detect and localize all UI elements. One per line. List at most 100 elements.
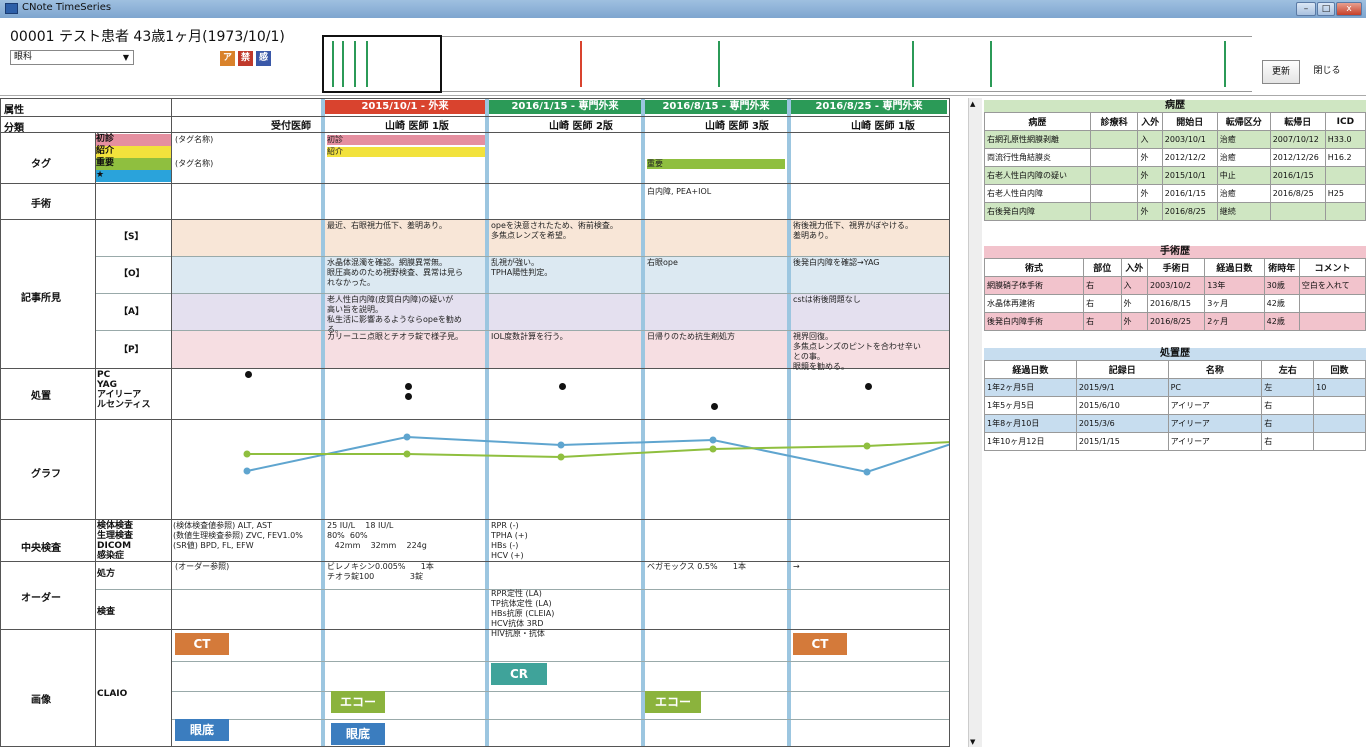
badge-1[interactable]: 禁 [238, 51, 253, 66]
blue-series-point[interactable] [243, 467, 251, 475]
image-button-3[interactable]: 眼底 [331, 723, 385, 745]
column-header[interactable]: 診療科 [1089, 112, 1139, 131]
close-button[interactable]: 閉じる [1308, 60, 1346, 84]
visit-header-0[interactable]: 2015/10/1 - 外来 [325, 100, 485, 114]
table-row[interactable]: 1年8ヶ月10日 2015/3/6 アイリーア右 [984, 414, 1366, 433]
table-cell: 後発白内障手術 [983, 312, 1085, 331]
green-series-point[interactable] [243, 450, 251, 458]
column-header[interactable]: 名称 [1167, 360, 1263, 379]
table-row[interactable]: 網膜硝子体手術右入 2003/10/2 13年 30歳 空白を入れて [983, 276, 1366, 295]
image-button-6[interactable]: CT [793, 633, 847, 655]
minimize-button[interactable]: – [1296, 2, 1316, 16]
table-row[interactable]: 後発白内障手術右外 2016/8/25 2ヶ月 42歳 [983, 312, 1366, 331]
treatment-dot[interactable] [245, 371, 252, 378]
treatment-dot[interactable] [711, 403, 718, 410]
column-header[interactable]: 経過日数 [984, 360, 1077, 379]
column-header[interactable]: 部位 [1083, 258, 1122, 277]
table-cell: 2016/1/15 [1269, 166, 1326, 185]
blue-series-point[interactable] [403, 433, 411, 441]
column-header[interactable]: 転帰区分 [1216, 112, 1271, 131]
image-button-1[interactable]: エコー [331, 691, 385, 713]
timeline-marker[interactable] [912, 41, 914, 87]
vertical-scrollbar[interactable] [968, 98, 982, 747]
timeline-marker[interactable] [718, 41, 720, 87]
timeline-viewport-frame[interactable] [322, 35, 442, 93]
update-button[interactable]: 更新 [1262, 60, 1300, 84]
treatment-dot[interactable] [865, 383, 872, 390]
column-header[interactable]: コメント [1298, 258, 1366, 277]
badge-0[interactable]: ア [220, 51, 235, 66]
soap-s: 【S】 [119, 232, 144, 242]
tag-cell-first: 初診 [327, 135, 485, 145]
table-row[interactable]: 右網孔原性網膜剥離 入 2003/10/1 治癒 2007/10/12 H33.0 [984, 130, 1366, 149]
blue-series-point[interactable] [863, 468, 871, 476]
table-cell: 右老人性白内障の疑い [984, 166, 1091, 185]
section-order: オーダー [21, 593, 61, 604]
column-header[interactable]: 術式 [983, 258, 1085, 277]
green-series-point[interactable] [403, 450, 411, 458]
treatment-dot[interactable] [405, 383, 412, 390]
table-cell: 両流行性角結膜炎 [984, 148, 1091, 167]
column-header[interactable]: 転帰日 [1269, 112, 1326, 131]
timeline-strip[interactable] [322, 36, 1252, 92]
exam-infection: 感染症 [97, 551, 125, 561]
green-series-point[interactable] [557, 453, 565, 461]
table-row[interactable]: 右後発白内障 外 2016/8/25 継続 [984, 202, 1366, 221]
close-window-button[interactable]: x [1336, 2, 1362, 16]
column-header[interactable]: 経過日数 [1204, 258, 1265, 277]
table-row[interactable]: 水晶体再建術右外 2016/8/15 3ヶ月 42歳 [983, 294, 1366, 313]
treatment-dot[interactable] [559, 383, 566, 390]
blue-series-point[interactable] [557, 441, 565, 449]
column-header[interactable]: 手術日 [1146, 258, 1206, 277]
scroll-up-icon[interactable]: ▲ [970, 100, 975, 108]
column-header[interactable]: ICD [1324, 112, 1366, 131]
table-cell: 2007/10/12 [1269, 130, 1326, 149]
table-cell: 入 [1137, 130, 1163, 149]
column-header[interactable]: 入外 [1120, 258, 1148, 277]
grid-line [171, 719, 949, 720]
visit-header-2[interactable]: 2016/8/15 - 専門外来 [645, 100, 787, 114]
grid-line [171, 691, 949, 692]
rx-v3: ベガモックス 0.5% 1本 [647, 562, 746, 571]
column-header[interactable]: 記録日 [1075, 360, 1169, 379]
timeline-marker[interactable] [990, 41, 992, 87]
image-button-4[interactable]: CR [491, 663, 547, 685]
visit-header-1[interactable]: 2016/1/15 - 専門外来 [489, 100, 641, 114]
grid-line [1, 519, 949, 520]
green-series-point[interactable] [863, 442, 871, 450]
table-row[interactable]: 右老人性白内障の疑い 外 2015/10/1 中止 2016/1/15 [984, 166, 1366, 185]
table-row[interactable]: 両流行性角結膜炎 外 2012/12/2 治癒 2012/12/26 H16.2 [984, 148, 1366, 167]
column-header[interactable]: 病歴 [984, 112, 1091, 131]
grid-line [1, 183, 949, 184]
section-treatment: 処置 [31, 391, 51, 402]
column-header[interactable]: 回数 [1313, 360, 1366, 379]
column-header[interactable]: 術時年 [1263, 258, 1300, 277]
rx-v1: ビレノキシン0.005% 1本 チオラ錠100 3錠 [327, 562, 434, 581]
timeline-marker[interactable] [1224, 41, 1226, 87]
table-row[interactable]: 1年2ヶ月5日 2015/9/1 PC 左 10 [984, 378, 1366, 397]
timeline-marker[interactable] [580, 41, 582, 87]
image-button-0[interactable]: CT [175, 633, 229, 655]
table-cell: 3ヶ月 [1204, 294, 1265, 313]
table-cell: 外 [1120, 312, 1148, 331]
column-header[interactable]: 入外 [1137, 112, 1163, 131]
image-button-5[interactable]: エコー [645, 691, 701, 713]
maximize-button[interactable]: □ [1317, 2, 1335, 16]
column-header[interactable]: 左右 [1261, 360, 1315, 379]
p-v3: 日帰りのため抗生剤処方 [647, 332, 735, 341]
scroll-down-icon[interactable]: ▼ [970, 738, 975, 746]
visit-header-3[interactable]: 2016/8/25 - 専門外来 [791, 100, 947, 114]
treatment-dot[interactable] [405, 393, 412, 400]
column-header[interactable]: 開始日 [1161, 112, 1218, 131]
table-row[interactable]: 1年10ヶ月12日 2015/1/15 アイリーア右 [984, 432, 1366, 451]
green-series-point[interactable] [709, 445, 717, 453]
table-cell: 1年5ヶ月5日 [984, 396, 1077, 415]
badge-2[interactable]: 感 [256, 51, 271, 66]
table-row[interactable]: 1年5ヶ月5日 2015/6/10 アイリーア右 [984, 396, 1366, 415]
o-v4: 後発白内障を確認→YAG [793, 258, 880, 267]
table-cell: 継続 [1216, 202, 1271, 221]
table-row[interactable]: 右老人性白内障 外 2016/1/15 治癒 2016/8/25 H25 [984, 184, 1366, 203]
blue-series-point[interactable] [709, 436, 717, 444]
image-button-2[interactable]: 眼底 [175, 719, 229, 741]
department-select[interactable]: 眼科 ▼ [10, 50, 134, 65]
